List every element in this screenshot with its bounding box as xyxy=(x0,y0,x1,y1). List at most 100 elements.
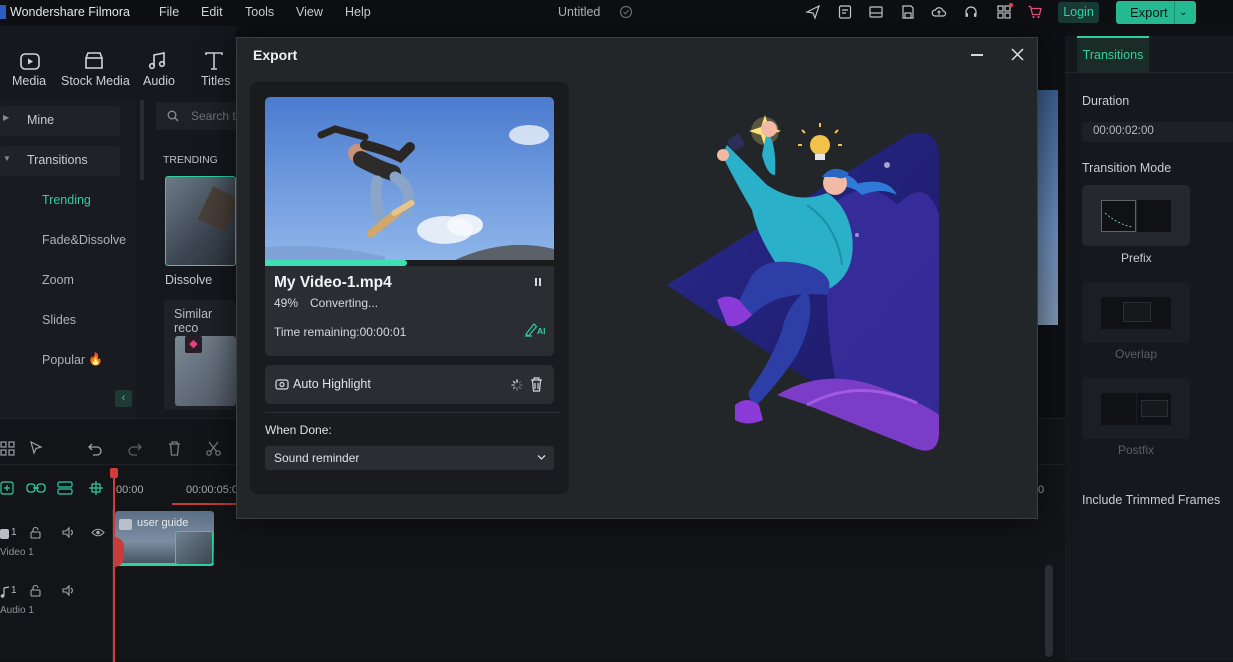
ai-edit-button[interactable]: AI xyxy=(524,321,548,339)
titles-icon xyxy=(205,52,223,70)
close-icon[interactable] xyxy=(1011,48,1024,61)
nav-item-trending[interactable]: Trending xyxy=(42,193,91,207)
properties-panel: Transitions Duration 00:00:02:00 Transit… xyxy=(1065,36,1233,661)
delete-icon[interactable] xyxy=(166,440,183,457)
eye-icon[interactable] xyxy=(91,527,105,538)
transition-thumb-dissolve[interactable] xyxy=(165,176,236,266)
ai-label: AI xyxy=(537,326,546,336)
audio-volume-icon[interactable] xyxy=(61,584,75,597)
transition-clip[interactable] xyxy=(175,531,213,565)
tab-media[interactable]: Media xyxy=(12,74,46,88)
save-icon[interactable] xyxy=(899,4,917,20)
saved-check-icon xyxy=(619,5,633,19)
add-track-icon[interactable] xyxy=(0,481,14,495)
menu-edit[interactable]: Edit xyxy=(201,5,223,19)
nav-item-popular[interactable]: Popular xyxy=(42,353,85,367)
video-card: My Video-1.mp4 49% Converting... Time re… xyxy=(265,97,554,356)
ruler-time-end: 0 xyxy=(1038,484,1045,496)
mode-prefix-option[interactable] xyxy=(1082,185,1190,246)
stock-media-icon xyxy=(85,52,103,69)
undo-icon[interactable] xyxy=(87,440,104,457)
file-name: My Video-1.mp4 xyxy=(274,274,392,291)
nav-scrollbar[interactable] xyxy=(140,100,144,180)
when-done-select[interactable]: Sound reminder xyxy=(265,446,554,470)
when-done-value: Sound reminder xyxy=(274,451,360,465)
tab-titles[interactable]: Titles xyxy=(201,74,230,88)
app-logo xyxy=(0,5,6,19)
search-icon xyxy=(167,110,179,122)
tab-audio[interactable]: Audio xyxy=(143,74,175,88)
export-button[interactable]: Export ⌄ xyxy=(1116,1,1196,24)
auto-highlight-icon xyxy=(275,379,289,390)
select-tool-icon[interactable] xyxy=(29,440,47,457)
cloud-upload-icon[interactable] xyxy=(930,4,948,20)
mode-prefix-label: Prefix xyxy=(1121,251,1152,265)
fire-icon: 🔥 xyxy=(88,352,103,366)
collapse-panel-button[interactable]: ‹ xyxy=(115,390,132,407)
video-track-name: Video 1 xyxy=(0,547,34,558)
track-layout-icon[interactable] xyxy=(57,481,73,495)
trash-icon[interactable] xyxy=(530,377,543,392)
minimize-button[interactable] xyxy=(971,54,983,56)
task-icon[interactable] xyxy=(836,4,854,20)
time-remaining: Time remaining:00:00:01 xyxy=(274,325,407,339)
tab-transitions[interactable]: Transitions xyxy=(1077,36,1149,72)
menu-view[interactable]: View xyxy=(296,5,323,19)
layout-icon[interactable] xyxy=(867,4,885,20)
search-placeholder: Search t xyxy=(191,109,236,123)
nav-item-transitions[interactable]: Transitions xyxy=(27,153,88,167)
progress-percent: 49% xyxy=(274,296,299,310)
volume-icon[interactable] xyxy=(61,526,75,539)
menu-help[interactable]: Help xyxy=(345,5,371,19)
link-icon[interactable] xyxy=(26,481,46,495)
playhead-handle[interactable] xyxy=(110,468,118,478)
nav-item-mine[interactable]: Mine xyxy=(27,113,54,127)
nav-item-zoom[interactable]: Zoom xyxy=(42,273,74,287)
audio-lock-icon[interactable] xyxy=(29,584,42,597)
export-progress-card: My Video-1.mp4 49% Converting... Time re… xyxy=(250,82,569,494)
scissors-icon[interactable] xyxy=(205,440,222,457)
lock-icon[interactable] xyxy=(29,526,42,539)
tab-stock-media[interactable]: Stock Media xyxy=(61,74,130,88)
timeline-scrollbar[interactable] xyxy=(1045,565,1053,657)
caret-down-icon: ▼ xyxy=(3,154,11,163)
tab-underline xyxy=(1065,72,1233,73)
login-button[interactable]: Login xyxy=(1058,2,1099,23)
cart-icon[interactable] xyxy=(1026,4,1044,20)
chevron-down-icon xyxy=(537,455,546,460)
progress-fill xyxy=(265,260,407,266)
video-clip-label: user guide xyxy=(137,517,189,529)
mode-postfix-option[interactable] xyxy=(1082,378,1190,439)
grid-icon[interactable] xyxy=(0,441,15,456)
duration-label: Duration xyxy=(1082,94,1130,108)
loading-spinner-icon xyxy=(511,379,523,391)
nav-item-fade-dissolve[interactable]: Fade&Dissolve xyxy=(42,233,126,247)
magnet-icon[interactable] xyxy=(88,480,104,496)
chevron-down-icon: ⌄ xyxy=(1174,1,1188,24)
video-track-number: 1 xyxy=(11,527,17,538)
send-icon[interactable] xyxy=(804,4,822,20)
export-button-label: Export xyxy=(1130,5,1168,20)
auto-highlight-label: Auto Highlight xyxy=(293,377,371,391)
tab-transitions-label: Transitions xyxy=(1082,48,1144,62)
transition-mode-label: Transition Mode xyxy=(1082,161,1172,175)
mode-overlap-option[interactable] xyxy=(1082,282,1190,343)
video-track-icon xyxy=(0,529,9,539)
audio-track-number: 1 xyxy=(11,585,17,596)
section-divider xyxy=(265,412,561,413)
ruler-time-5s: 00:00:05:0 xyxy=(186,484,238,496)
support-headset-icon[interactable] xyxy=(962,4,980,20)
audio-icon xyxy=(148,52,166,70)
nav-item-slides[interactable]: Slides xyxy=(42,313,76,327)
menu-file[interactable]: File xyxy=(159,5,179,19)
video-thumbnail xyxy=(265,97,554,260)
track-header-divider xyxy=(112,509,113,662)
app-title: Wondershare Filmora xyxy=(10,5,130,19)
mode-overlap-label: Overlap xyxy=(1115,347,1158,361)
pause-button[interactable] xyxy=(533,277,543,287)
section-trending-heading: TRENDING xyxy=(163,154,218,166)
ruler-time-start: 00:00 xyxy=(116,484,144,496)
menu-tools[interactable]: Tools xyxy=(245,5,274,19)
redo-icon[interactable] xyxy=(126,440,143,457)
auto-highlight-row[interactable]: Auto Highlight xyxy=(265,365,554,404)
